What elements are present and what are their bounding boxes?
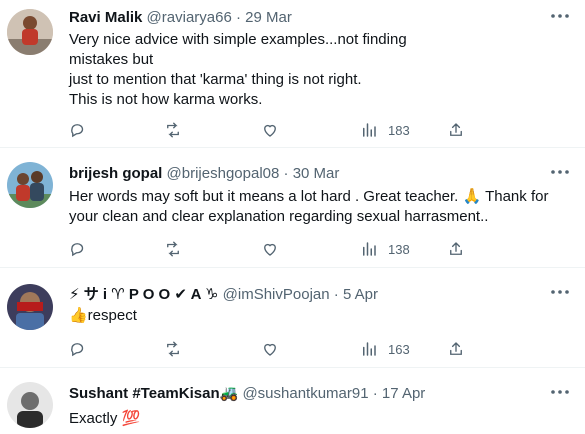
- avatar[interactable]: [7, 382, 53, 428]
- retweet-icon: [167, 122, 179, 138]
- tweet-text: Her words may soft but it means a lot ha…: [69, 187, 579, 227]
- tweet-date[interactable]: 5 Apr: [343, 286, 378, 303]
- share-button[interactable]: [447, 340, 465, 358]
- user-handle[interactable]: @sushantkumar91: [242, 385, 368, 402]
- tweet-text-line: Her words may soft but it means a lot ha…: [69, 188, 549, 205]
- tweet-date[interactable]: 29 Mar: [245, 9, 292, 26]
- tweet-text-line: This is not how karma works.: [69, 91, 263, 108]
- reply-button[interactable]: [69, 121, 87, 139]
- retweet-icon: [167, 341, 179, 357]
- reply-button[interactable]: [69, 240, 87, 258]
- like-icon: [264, 124, 276, 137]
- like-button[interactable]: [261, 240, 279, 258]
- display-name[interactable]: Ravi Malik: [69, 9, 142, 26]
- tweet-text-line: just to mention that 'karma' thing is no…: [69, 71, 362, 88]
- tweet-date[interactable]: 30 Mar: [293, 165, 340, 182]
- share-button[interactable]: [447, 240, 465, 258]
- share-button[interactable]: [447, 121, 465, 139]
- avatar[interactable]: [7, 162, 53, 208]
- tweet-text-line: Very nice advice with simple examples...…: [69, 31, 407, 48]
- more-icon[interactable]: [549, 382, 571, 402]
- like-icon: [264, 243, 276, 256]
- reply-icon: [71, 243, 84, 257]
- tweet-text-line: 👍respect: [69, 307, 137, 324]
- display-name[interactable]: Sushant #TeamKisan🚜: [69, 385, 238, 402]
- avatar[interactable]: [7, 9, 53, 55]
- separator-dot: ·: [283, 165, 289, 182]
- more-icon[interactable]: [549, 162, 571, 182]
- like-button[interactable]: [261, 121, 279, 139]
- tweet-text: Exactly 💯: [69, 409, 569, 429]
- retweet-button[interactable]: [164, 340, 182, 358]
- display-name[interactable]: brijesh gopal: [69, 165, 162, 182]
- share-icon: [450, 242, 462, 255]
- views-count: 183: [388, 122, 410, 138]
- tweet-text: 👍respect: [69, 306, 569, 326]
- share-icon: [450, 342, 462, 355]
- reply-icon: [71, 343, 84, 357]
- separator-dot: ·: [333, 286, 339, 303]
- tweet-text-line: your clean and clear explanation regardi…: [69, 208, 489, 225]
- avatar[interactable]: [7, 284, 53, 330]
- user-handle[interactable]: @raviarya66: [147, 9, 232, 26]
- user-handle[interactable]: @imShivPoojan: [223, 286, 330, 303]
- like-button[interactable]: [261, 340, 279, 358]
- views-icon: [363, 242, 376, 256]
- like-icon: [264, 343, 276, 356]
- views-count: 138: [388, 241, 410, 257]
- views-button[interactable]: 163: [360, 340, 410, 358]
- display-name[interactable]: ⚡ サ i ♈ P O O ✔ A ♑: [69, 286, 218, 303]
- separator-dot: ·: [235, 9, 241, 26]
- more-icon[interactable]: [549, 6, 571, 26]
- views-icon: [363, 342, 376, 356]
- share-icon: [450, 123, 462, 136]
- separator-dot: ·: [372, 385, 378, 402]
- tweet-date[interactable]: 17 Apr: [382, 385, 425, 402]
- retweet-button[interactable]: [164, 121, 182, 139]
- retweet-icon: [167, 241, 179, 257]
- tweet-imshivpoojan[interactable]: ⚡ サ i ♈ P O O ✔ A ♑ @imShivPoojan · 5 Ap…: [0, 268, 585, 367]
- views-button[interactable]: 183: [360, 121, 410, 139]
- views-button[interactable]: 138: [360, 240, 410, 258]
- tweet-text-line: mistakes but: [69, 51, 154, 68]
- reply-icon: [71, 124, 84, 138]
- tweet-text: Very nice advice with simple examples...…: [69, 30, 569, 110]
- tweet-sushant[interactable]: Sushant #TeamKisan🚜 @sushantkumar91 · 17…: [0, 368, 585, 434]
- user-handle[interactable]: @brijeshgopal08: [167, 165, 280, 182]
- reply-button[interactable]: [69, 340, 87, 358]
- tweet-brijesh-gopal[interactable]: brijesh gopal @brijeshgopal08 · 30 Mar H…: [0, 148, 585, 267]
- more-icon[interactable]: [549, 282, 571, 302]
- tweet-ravi-malik[interactable]: Ravi Malik @raviarya66 · 29 Mar Very nic…: [0, 0, 585, 147]
- views-icon: [363, 123, 376, 137]
- tweet-text-line: Exactly 💯: [69, 410, 141, 427]
- retweet-button[interactable]: [164, 240, 182, 258]
- views-count: 163: [388, 341, 410, 357]
